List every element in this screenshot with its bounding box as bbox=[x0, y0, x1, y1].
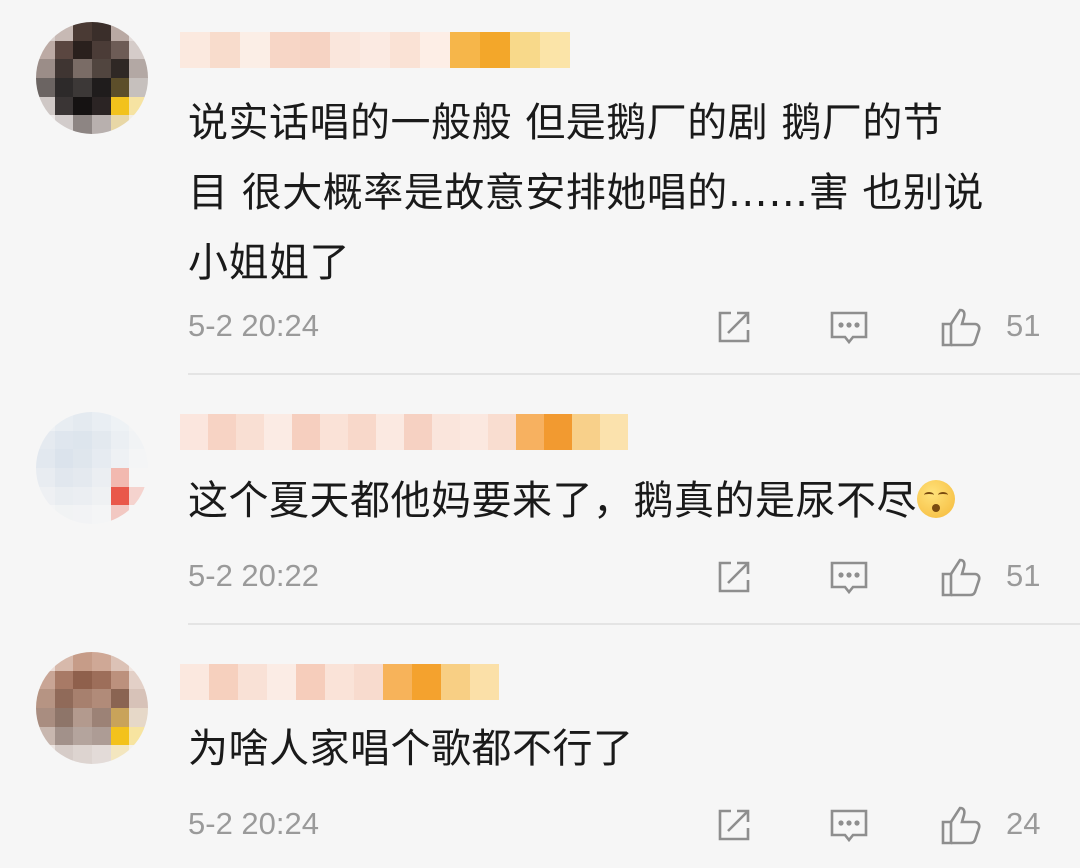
avatar[interactable] bbox=[36, 22, 148, 134]
like-count: 24 bbox=[1006, 806, 1041, 841]
username-blurred[interactable] bbox=[180, 414, 628, 450]
comment-icon[interactable] bbox=[828, 306, 870, 348]
comment-text: 为啥人家唱个歌都不行了 bbox=[188, 714, 1048, 784]
comment-meta: 5-2 20:24 51 bbox=[188, 302, 1048, 352]
comment-text-line: 目 很大概率是故意安排她唱的……害 也别说 bbox=[188, 170, 984, 216]
comment-text-line: 说实话唱的一般般 但是鹅厂的剧 鹅厂的节 bbox=[188, 100, 944, 146]
username-blurred[interactable] bbox=[180, 32, 570, 68]
comment-text-content: 这个夏天都他妈要来了，鹅真的是尿不尽 bbox=[188, 478, 917, 524]
comment-icon[interactable] bbox=[828, 804, 870, 846]
comment-text-line: 小姐姐了 bbox=[188, 240, 350, 286]
avatar[interactable] bbox=[36, 652, 148, 764]
comment-text: 这个夏天都他妈要来了，鹅真的是尿不尽 bbox=[188, 466, 1048, 536]
comment-time: 5-2 20:24 bbox=[188, 308, 319, 343]
like-count: 51 bbox=[1006, 558, 1041, 593]
avatar[interactable] bbox=[36, 412, 148, 524]
thumbs-up-icon[interactable] bbox=[940, 804, 986, 846]
comment-icon[interactable] bbox=[828, 556, 870, 598]
comment-time: 5-2 20:24 bbox=[188, 806, 319, 841]
thumbs-up-icon[interactable] bbox=[940, 306, 986, 348]
comment-time: 5-2 20:22 bbox=[188, 558, 319, 593]
thumbs-up-icon[interactable] bbox=[940, 556, 986, 598]
comment-meta: 5-2 20:22 51 bbox=[188, 552, 1048, 602]
like-count: 51 bbox=[1006, 308, 1041, 343]
comment-meta: 5-2 20:24 24 bbox=[188, 800, 1048, 850]
divider bbox=[188, 623, 1080, 625]
comment-text-line: 为啥人家唱个歌都不行了 bbox=[188, 726, 634, 772]
share-icon[interactable] bbox=[713, 556, 755, 598]
rolling-eyes-emoji-icon bbox=[917, 480, 955, 518]
share-icon[interactable] bbox=[713, 306, 755, 348]
comment-text: 说实话唱的一般般 但是鹅厂的剧 鹅厂的节 目 很大概率是故意安排她唱的……害 也… bbox=[188, 88, 1048, 298]
comment-text-line: 这个夏天都他妈要来了，鹅真的是尿不尽 bbox=[188, 466, 1048, 536]
share-icon[interactable] bbox=[713, 804, 755, 846]
username-blurred[interactable] bbox=[180, 664, 499, 700]
divider bbox=[188, 373, 1080, 375]
